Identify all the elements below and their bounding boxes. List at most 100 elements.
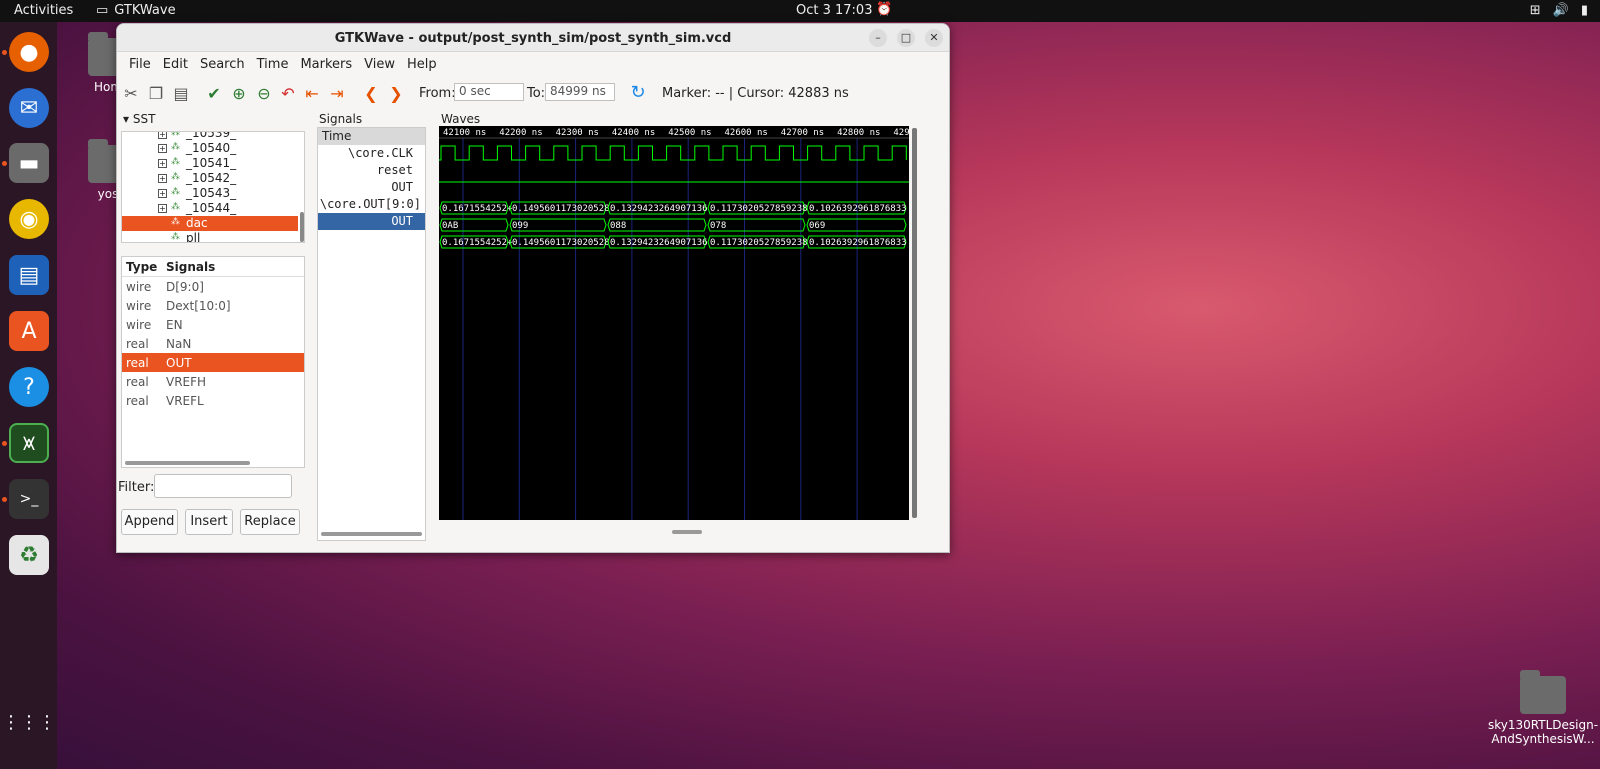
- cut-icon[interactable]: ✂: [121, 84, 141, 103]
- clock-trace: [439, 145, 907, 161]
- signal-row-reset[interactable]: reset: [318, 162, 425, 179]
- expand-icon[interactable]: +: [158, 174, 167, 183]
- gtkwave-window: GTKWave - output/post_synth_sim/post_syn…: [116, 23, 950, 553]
- window-title: GTKWave - output/post_synth_sim/post_syn…: [334, 31, 732, 46]
- time-tick-label: 4290: [893, 128, 909, 138]
- signal-row-out-selected[interactable]: OUT: [318, 213, 425, 230]
- waves-hscrollbar[interactable]: [672, 530, 702, 534]
- maximize-icon[interactable]: □: [897, 29, 915, 47]
- thunderbird-icon[interactable]: ✉: [9, 88, 49, 128]
- out-bus-value: 0.1026392961876833: [809, 204, 907, 214]
- tree-item[interactable]: + ⁂ _10539_: [122, 132, 298, 141]
- menu-markers[interactable]: Markers: [294, 57, 358, 72]
- table-row[interactable]: wire EN: [122, 315, 304, 334]
- show-apps-icon[interactable]: ⋮⋮⋮: [2, 702, 56, 742]
- tree-scrollbar[interactable]: [300, 212, 304, 242]
- files-icon[interactable]: ▬: [9, 143, 49, 183]
- signals-hscrollbar[interactable]: [321, 532, 422, 536]
- replace-button[interactable]: Replace: [240, 509, 300, 535]
- sst-tree[interactable]: + ⁂ _10539_ + ⁂ _10540_ + ⁂ _10541_ + ⁂ …: [121, 131, 305, 243]
- waveform-view[interactable]: 42100 ns 42200 ns 42300 ns 42400 ns 42500 ns…: [439, 126, 909, 520]
- copy-icon[interactable]: ❐: [146, 84, 166, 103]
- signal-type-table: Type Signals wire D[9:0] wire Dext[10:0]…: [121, 256, 305, 468]
- to-input[interactable]: 84999 ns: [545, 83, 615, 101]
- tree-item[interactable]: + ⁂ _10541_: [122, 156, 298, 171]
- zoom-to-start-icon[interactable]: ⇤: [302, 84, 322, 103]
- signal-row-time[interactable]: Time: [318, 128, 425, 145]
- gtkwave-icon[interactable]: ⩙: [9, 423, 49, 463]
- table-row[interactable]: wire D[9:0]: [122, 277, 304, 296]
- menu-edit[interactable]: Edit: [157, 57, 194, 72]
- time-tick-label: 42200 ns: [499, 128, 542, 138]
- activities-button[interactable]: Activities: [14, 3, 73, 18]
- expand-icon[interactable]: +: [158, 189, 167, 198]
- menu-time[interactable]: Time: [251, 57, 295, 72]
- undo-zoom-icon[interactable]: ↶: [278, 84, 298, 103]
- zoom-out-icon[interactable]: ⊖: [254, 84, 274, 103]
- expand-icon[interactable]: +: [158, 159, 167, 168]
- system-tray[interactable]: ⊞ 🔊 ▮: [1530, 3, 1588, 18]
- paste-icon[interactable]: ▤: [171, 84, 191, 103]
- from-input[interactable]: 0 sec: [454, 83, 524, 101]
- sst-toggle[interactable]: ▾ SST: [123, 112, 155, 126]
- core-out-bus-value: 069: [809, 221, 825, 231]
- zoom-to-end-icon[interactable]: ⇥: [327, 84, 347, 103]
- next-edge-icon[interactable]: ❯: [386, 84, 406, 103]
- out-bus-selected-value: 0.1173020527859238: [710, 238, 808, 248]
- core-out-bus-value: 088: [610, 221, 626, 231]
- gtkwave-app-icon: ▭: [96, 3, 109, 18]
- table-row[interactable]: real VREFL: [122, 391, 304, 410]
- running-indicator: [2, 497, 7, 502]
- menu-file[interactable]: File: [123, 57, 157, 72]
- tree-item[interactable]: + ⁂ _10544_: [122, 201, 298, 216]
- expand-icon[interactable]: +: [158, 132, 167, 139]
- signals-panel-label: Signals: [319, 112, 363, 126]
- minimize-icon[interactable]: –: [869, 29, 887, 47]
- waveform-canvas[interactable]: 42100 ns 42200 ns 42300 ns 42400 ns 42500 ns…: [439, 126, 909, 520]
- menu-view[interactable]: View: [358, 57, 401, 72]
- sky130-folder[interactable]: sky130RTLDesign- AndSynthesisW...: [1488, 670, 1598, 746]
- tree-item[interactable]: + ⁂ _10542_: [122, 171, 298, 186]
- table-row[interactable]: real NaN: [122, 334, 304, 353]
- filter-input[interactable]: [154, 474, 292, 498]
- trash-icon[interactable]: ♻: [9, 535, 49, 575]
- title-bar[interactable]: GTKWave - output/post_synth_sim/post_syn…: [117, 24, 949, 52]
- table-hscrollbar[interactable]: [125, 461, 250, 465]
- help-icon[interactable]: ?: [9, 367, 49, 407]
- out-bus-value: 0.1173020527859238: [710, 204, 808, 214]
- table-row[interactable]: real VREFH: [122, 372, 304, 391]
- terminal-icon[interactable]: >_: [9, 479, 49, 519]
- out-bus-value: 0.1495601173020528: [512, 204, 610, 214]
- running-indicator: [2, 161, 7, 166]
- tree-item[interactable]: + ⁂ _10543_: [122, 186, 298, 201]
- signals-list[interactable]: Time \core.CLK reset OUT \core.OUT[9:0] …: [317, 127, 426, 541]
- table-row[interactable]: wire Dext[10:0]: [122, 296, 304, 315]
- insert-button[interactable]: Insert: [185, 509, 233, 535]
- zoom-fit-icon[interactable]: ✔: [204, 84, 224, 103]
- app-center-icon[interactable]: A: [9, 311, 49, 351]
- running-indicator: [2, 50, 7, 55]
- rhythmbox-icon[interactable]: ◉: [9, 199, 49, 239]
- close-icon[interactable]: ✕: [925, 29, 943, 47]
- table-row-selected[interactable]: real OUT: [122, 353, 304, 372]
- clock[interactable]: Oct 3 17:03: [796, 3, 872, 18]
- tree-item-pll[interactable]: ⁂ pll: [122, 231, 298, 242]
- menu-help[interactable]: Help: [401, 57, 443, 72]
- append-button[interactable]: Append: [121, 509, 178, 535]
- menu-search[interactable]: Search: [194, 57, 251, 72]
- zoom-in-icon[interactable]: ⊕: [229, 84, 249, 103]
- reload-icon[interactable]: ↻: [628, 82, 648, 103]
- expand-icon[interactable]: +: [158, 144, 167, 153]
- tree-item-dac[interactable]: ⁂ dac: [122, 216, 298, 231]
- signal-row-core-out-bus[interactable]: \core.OUT[9:0]: [318, 196, 425, 213]
- app-menu[interactable]: ▭ GTKWave: [96, 3, 176, 18]
- firefox-icon[interactable]: ●: [9, 32, 49, 72]
- signal-row-out[interactable]: OUT: [318, 179, 425, 196]
- expand-icon[interactable]: +: [158, 204, 167, 213]
- previous-edge-icon[interactable]: ❮: [361, 84, 381, 103]
- writer-icon[interactable]: ▤: [9, 255, 49, 295]
- tree-item[interactable]: + ⁂ _10540_: [122, 141, 298, 156]
- waves-vscrollbar[interactable]: [912, 128, 917, 518]
- signal-row-clk[interactable]: \core.CLK: [318, 145, 425, 162]
- folder-icon: [1520, 670, 1566, 714]
